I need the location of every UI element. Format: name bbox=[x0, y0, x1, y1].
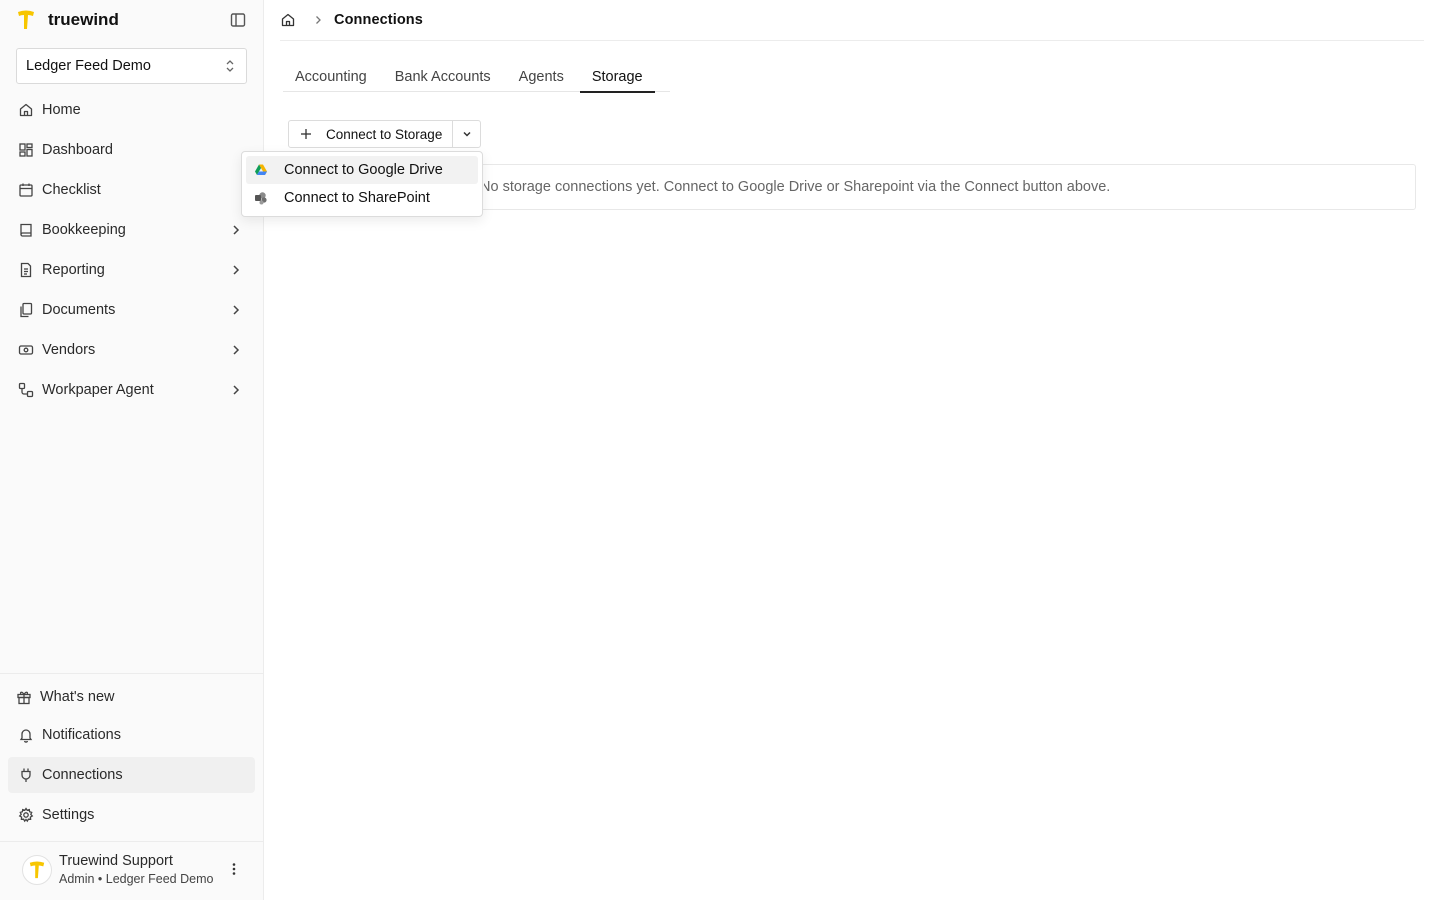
book-icon bbox=[18, 222, 34, 238]
connect-storage-menu: Connect to Google Drive Connect to Share… bbox=[241, 151, 483, 217]
divider bbox=[0, 673, 263, 674]
sidebar-item-whats-new[interactable]: What's new bbox=[8, 679, 255, 715]
sidebar-item-label: Vendors bbox=[42, 342, 96, 358]
tab-agents[interactable]: Agents bbox=[507, 64, 576, 91]
report-icon bbox=[18, 262, 34, 278]
sidebar-item-dashboard[interactable]: Dashboard bbox=[8, 132, 255, 168]
breadcrumb: Connections bbox=[280, 10, 423, 30]
org-selector[interactable]: Ledger Feed Demo bbox=[16, 48, 247, 84]
divider bbox=[0, 841, 263, 842]
sidebar-item-label: Connections bbox=[42, 767, 123, 783]
sidebar-item-label: Dashboard bbox=[42, 142, 113, 158]
sidebar-item-bookkeeping[interactable]: Bookkeeping bbox=[8, 212, 255, 248]
menu-item-google-drive[interactable]: Connect to Google Drive bbox=[246, 156, 478, 184]
sidebar-item-reporting[interactable]: Reporting bbox=[8, 252, 255, 288]
tab-bank-accounts[interactable]: Bank Accounts bbox=[383, 64, 503, 91]
sidebar-item-label: Workpaper Agent bbox=[42, 382, 154, 398]
sidebar-item-label: Reporting bbox=[42, 262, 105, 278]
google-drive-icon bbox=[254, 163, 268, 177]
sidebar-item-workpaper-agent[interactable]: Workpaper Agent bbox=[8, 372, 255, 408]
calendar-icon bbox=[18, 182, 34, 198]
vendor-icon bbox=[18, 342, 34, 358]
home-icon[interactable] bbox=[280, 12, 296, 28]
menu-item-sharepoint[interactable]: Connect to SharePoint bbox=[246, 184, 478, 212]
chevron-right-icon bbox=[229, 223, 243, 237]
chevron-right-icon bbox=[229, 263, 243, 277]
tab-accounting[interactable]: Accounting bbox=[283, 64, 379, 91]
app-name: truewind bbox=[48, 10, 119, 29]
gift-icon bbox=[16, 689, 32, 705]
truewind-logo-icon bbox=[16, 9, 36, 31]
connect-storage-split-button: Connect to Storage bbox=[288, 120, 482, 148]
sidebar-item-label: Checklist bbox=[42, 182, 101, 198]
connect-storage-label: Connect to Storage bbox=[326, 126, 443, 142]
plus-icon bbox=[300, 128, 312, 140]
sidebar-item-connections[interactable]: Connections bbox=[8, 757, 255, 793]
sidebar-item-notifications[interactable]: Notifications bbox=[8, 717, 255, 753]
sidebar-item-label: What's new bbox=[40, 689, 115, 705]
more-vertical-icon[interactable] bbox=[226, 861, 242, 877]
menu-item-label: Connect to SharePoint bbox=[284, 190, 430, 206]
sharepoint-icon bbox=[254, 191, 268, 205]
sidebar-item-checklist[interactable]: Checklist bbox=[8, 172, 255, 208]
connect-storage-dropdown-toggle[interactable] bbox=[452, 121, 480, 147]
page-title: Connections bbox=[334, 12, 423, 28]
tab-bar: Accounting Bank Accounts Agents Storage bbox=[283, 64, 670, 93]
sidebar-item-label: Notifications bbox=[42, 727, 121, 743]
chevron-down-icon bbox=[461, 128, 473, 140]
home-icon bbox=[18, 102, 34, 118]
menu-item-label: Connect to Google Drive bbox=[284, 162, 443, 178]
chevron-right-icon bbox=[229, 303, 243, 317]
plug-icon bbox=[18, 767, 34, 783]
org-selector-value: Ledger Feed Demo bbox=[26, 58, 151, 74]
sidebar-item-documents[interactable]: Documents bbox=[8, 292, 255, 328]
sidebar-item-home[interactable]: Home bbox=[8, 92, 255, 128]
divider bbox=[280, 40, 1424, 41]
sidebar-toggle-icon[interactable] bbox=[229, 11, 247, 29]
avatar bbox=[22, 855, 52, 885]
connect-storage-button[interactable]: Connect to Storage bbox=[289, 121, 452, 147]
tab-storage[interactable]: Storage bbox=[579, 64, 655, 93]
sidebar-item-label: Bookkeeping bbox=[42, 222, 126, 238]
documents-icon bbox=[18, 302, 34, 318]
sidebar: truewind Ledger Feed Demo Home Dashboard… bbox=[0, 0, 264, 900]
chevron-right-icon bbox=[229, 343, 243, 357]
chevron-right-icon bbox=[312, 14, 324, 26]
user-name: Truewind Support bbox=[59, 852, 173, 869]
user-menu[interactable]: Truewind Support Admin • Ledger Feed Dem… bbox=[22, 853, 252, 887]
empty-state-message: No storage connections yet. Connect to G… bbox=[480, 179, 1111, 195]
sidebar-item-vendors[interactable]: Vendors bbox=[8, 332, 255, 368]
brand[interactable]: truewind bbox=[16, 8, 119, 32]
user-role: Admin • Ledger Feed Demo bbox=[59, 872, 214, 887]
chevron-up-down-icon bbox=[224, 59, 236, 73]
sidebar-item-label: Home bbox=[42, 102, 81, 118]
bell-icon bbox=[18, 727, 34, 743]
gear-icon bbox=[18, 807, 34, 823]
dashboard-icon bbox=[18, 142, 34, 158]
sidebar-item-label: Documents bbox=[42, 302, 116, 318]
chevron-right-icon bbox=[229, 383, 243, 397]
workflow-icon bbox=[18, 382, 34, 398]
sidebar-item-settings[interactable]: Settings bbox=[8, 797, 255, 833]
sidebar-item-label: Settings bbox=[42, 807, 95, 823]
